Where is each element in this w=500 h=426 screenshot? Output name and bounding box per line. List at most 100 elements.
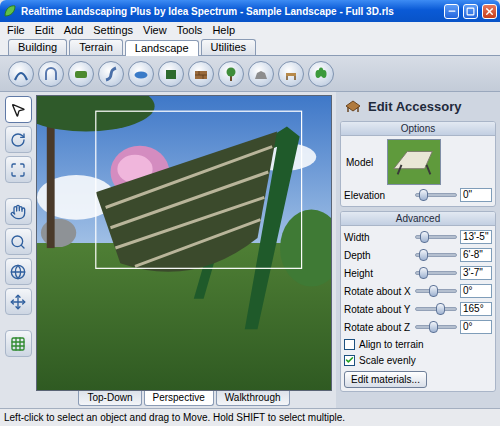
slider-row: Depth6'-8" — [344, 247, 492, 263]
value-field[interactable]: 0° — [460, 284, 492, 298]
pointer-icon — [10, 102, 26, 118]
section-title: Advanced — [341, 212, 495, 226]
slider-track[interactable] — [415, 235, 457, 239]
slider-thumb[interactable] — [419, 249, 428, 261]
slider-row: Elevation 0" — [344, 187, 492, 203]
slider-track[interactable] — [415, 307, 457, 311]
slider-row: Rotate about X0° — [344, 283, 492, 299]
wall-icon — [193, 66, 209, 82]
view-tabs: Top-DownPerspectiveWalkthrough — [36, 391, 332, 408]
value-field[interactable]: 0" — [460, 188, 492, 202]
model-label: Model — [346, 157, 373, 168]
accessory-icon — [344, 97, 362, 115]
zoom-extents-icon — [10, 162, 26, 178]
toolbar-button[interactable] — [68, 61, 94, 87]
menu-item[interactable]: View — [138, 24, 172, 36]
slider-thumb[interactable] — [420, 231, 429, 243]
mode-tab[interactable]: Building — [8, 39, 67, 55]
maximize-button[interactable] — [463, 4, 478, 19]
value-field[interactable]: 6'-8" — [460, 248, 492, 262]
section-title: Options — [341, 122, 495, 136]
checkbox[interactable] — [344, 339, 355, 350]
toolbar-button[interactable] — [8, 61, 34, 87]
app-leaf-icon — [3, 4, 17, 18]
menu-item[interactable]: Add — [59, 24, 89, 36]
advanced-section: Advanced Width13'-5" Depth6'-8" Height 3'-7"… — [340, 211, 496, 392]
slider-track[interactable] — [415, 271, 457, 275]
mode-tab[interactable]: Landscape — [125, 40, 199, 56]
tool-button[interactable] — [5, 156, 32, 183]
slider-row: Rotate about Z 0° — [344, 319, 492, 335]
menu-item[interactable]: Help — [207, 24, 240, 36]
close-button[interactable] — [482, 4, 497, 19]
scene-render[interactable] — [37, 96, 331, 390]
toolbar-button[interactable] — [98, 61, 124, 87]
app-window: Realtime Landscaping Plus by Idea Spectr… — [0, 0, 500, 426]
slider-label: Rotate about Y — [344, 304, 412, 315]
tool-button[interactable] — [5, 330, 32, 357]
toolbar-button[interactable] — [158, 61, 184, 87]
slider-track[interactable] — [415, 253, 457, 257]
mode-tab[interactable]: Utilities — [201, 39, 256, 55]
toolbar-button[interactable] — [308, 61, 334, 87]
slider-label: Rotate about Z — [344, 322, 412, 333]
toolbar-button[interactable] — [128, 61, 154, 87]
checkbox-row[interactable]: Align to terrain — [344, 337, 492, 351]
checkbox-row[interactable]: Scale evenly — [344, 353, 492, 367]
options-section: Options Model Elevation 0" — [340, 121, 496, 207]
slider-thumb[interactable] — [419, 267, 428, 279]
tool-button[interactable] — [5, 288, 32, 315]
slider-thumb[interactable] — [429, 285, 438, 297]
value-field[interactable]: 13'-5" — [460, 230, 492, 244]
tool-button[interactable] — [5, 258, 32, 285]
value-field[interactable]: 165° — [460, 302, 492, 316]
accessory-icon — [283, 66, 299, 82]
toolbar-button[interactable] — [188, 61, 214, 87]
slider-label: Elevation — [344, 190, 412, 201]
slider-thumb[interactable] — [436, 303, 445, 315]
path-icon — [103, 66, 119, 82]
toolbar-button[interactable] — [38, 61, 64, 87]
checkbox-label: Scale evenly — [359, 355, 416, 366]
menu-item[interactable]: File — [2, 24, 30, 36]
slider-thumb[interactable] — [429, 321, 438, 333]
tool-button[interactable] — [5, 96, 32, 123]
value-field[interactable]: 0° — [460, 320, 492, 334]
edit-panel: Edit AccessoryOptionsModelElevation0"Adv… — [336, 92, 500, 408]
tool-button[interactable] — [5, 228, 32, 255]
tool-button[interactable] — [5, 198, 32, 225]
hedge-icon — [73, 66, 89, 82]
model-thumbnail[interactable] — [387, 139, 441, 185]
slider-label: Height — [344, 268, 412, 279]
view-tab[interactable]: Top-Down — [78, 391, 141, 406]
mode-tabs: BuildingTerrainLandscapeUtilities — [0, 38, 500, 56]
menu-item[interactable]: Settings — [88, 24, 138, 36]
tool-button[interactable] — [5, 126, 32, 153]
minimize-button[interactable] — [444, 4, 459, 19]
toolbar-button[interactable] — [248, 61, 274, 87]
rotate-icon — [10, 132, 26, 148]
mode-tab[interactable]: Terrain — [69, 39, 123, 55]
pond-icon — [133, 66, 149, 82]
object-toolbar — [0, 56, 500, 92]
slider-track[interactable] — [415, 289, 457, 293]
slider-thumb[interactable] — [419, 189, 428, 201]
viewport-3d[interactable] — [36, 95, 332, 391]
slider-track[interactable] — [415, 325, 457, 329]
view-tab[interactable]: Perspective — [144, 391, 214, 406]
view-tab[interactable]: Walkthrough — [216, 391, 290, 406]
slider-track[interactable] — [415, 193, 457, 197]
menu-item[interactable]: Edit — [30, 24, 59, 36]
selection-rectangle — [96, 111, 302, 268]
model-row: Model — [344, 139, 492, 185]
value-field[interactable]: 3'-7" — [460, 266, 492, 280]
checkbox[interactable] — [344, 355, 355, 366]
edit-materials-button[interactable]: Edit materials... — [344, 371, 427, 388]
toolbar-button[interactable] — [278, 61, 304, 87]
close-icon — [484, 6, 495, 17]
slider-row: Width13'-5" — [344, 229, 492, 245]
toolbar-button[interactable] — [218, 61, 244, 87]
magnifier-icon — [10, 234, 26, 250]
menu-item[interactable]: Tools — [172, 24, 208, 36]
grid-icon — [10, 336, 26, 352]
